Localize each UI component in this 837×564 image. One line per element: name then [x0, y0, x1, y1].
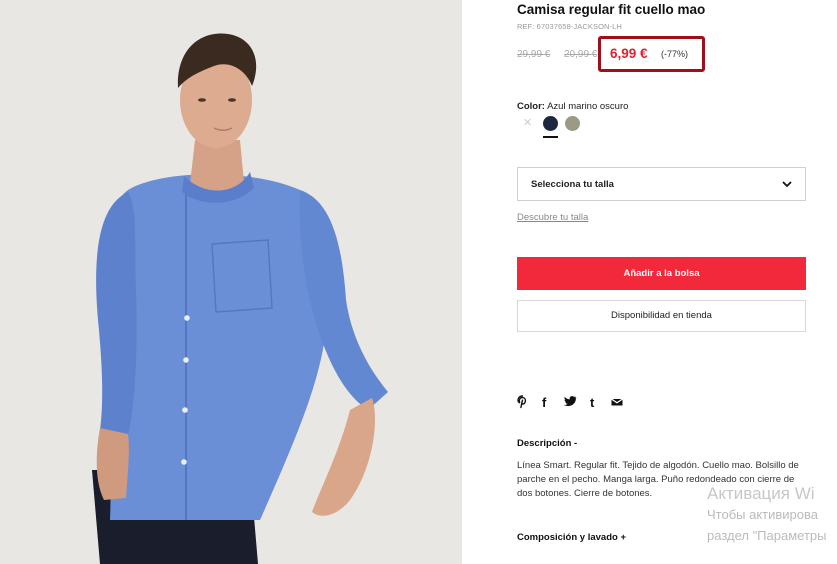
shirt-model-illustration [0, 0, 462, 564]
product-title: Camisa regular fit cuello mao [517, 2, 706, 17]
original-price: 29,99 € [517, 49, 551, 60]
tumblr-icon[interactable]: t [590, 395, 594, 411]
color-swatch-white-unavailable[interactable]: ✕ [520, 116, 535, 131]
description-toggle[interactable]: Descripción - [517, 438, 577, 449]
facebook-icon[interactable]: f [542, 395, 546, 411]
composition-toggle[interactable]: Composición y lavado + [517, 532, 626, 543]
add-to-bag-button[interactable]: Añadir a la bolsa [517, 257, 806, 290]
current-price: 6,99 € [610, 46, 648, 61]
discount-badge: (-77%) [661, 49, 689, 59]
color-value: Azul marino oscuro [547, 101, 629, 112]
size-select-dropdown[interactable]: Selecciona tu talla [517, 167, 806, 201]
color-label: Color: [517, 101, 545, 112]
size-guide-link[interactable]: Descubre tu talla [517, 212, 588, 223]
color-label-row: Color: Azul marino oscuro [517, 101, 628, 112]
windows-activation-watermark-line: раздел "Параметры [707, 528, 827, 543]
chevron-down-icon [782, 181, 792, 188]
windows-activation-watermark-line: Чтобы активирова [707, 507, 819, 522]
previous-price: 20,99 € [564, 49, 598, 60]
windows-activation-watermark-title: Активация Wi [707, 484, 815, 503]
email-icon[interactable] [611, 395, 623, 411]
product-info-panel: Camisa regular fit cuello mao REF: 67037… [517, 0, 817, 564]
selected-swatch-indicator [543, 136, 558, 138]
current-price-highlight: 6,99 € (-77%) [598, 36, 705, 72]
twitter-icon[interactable] [564, 395, 577, 411]
color-swatch-navy[interactable] [543, 116, 558, 131]
store-availability-button[interactable]: Disponibilidad en tienda [517, 300, 806, 332]
product-reference: REF: 67037658-JACKSON-LH [517, 22, 622, 31]
size-select-label: Selecciona tu talla [531, 179, 614, 190]
product-image [0, 0, 462, 564]
color-swatch-grey[interactable] [565, 116, 580, 131]
pinterest-icon[interactable] [517, 395, 528, 413]
